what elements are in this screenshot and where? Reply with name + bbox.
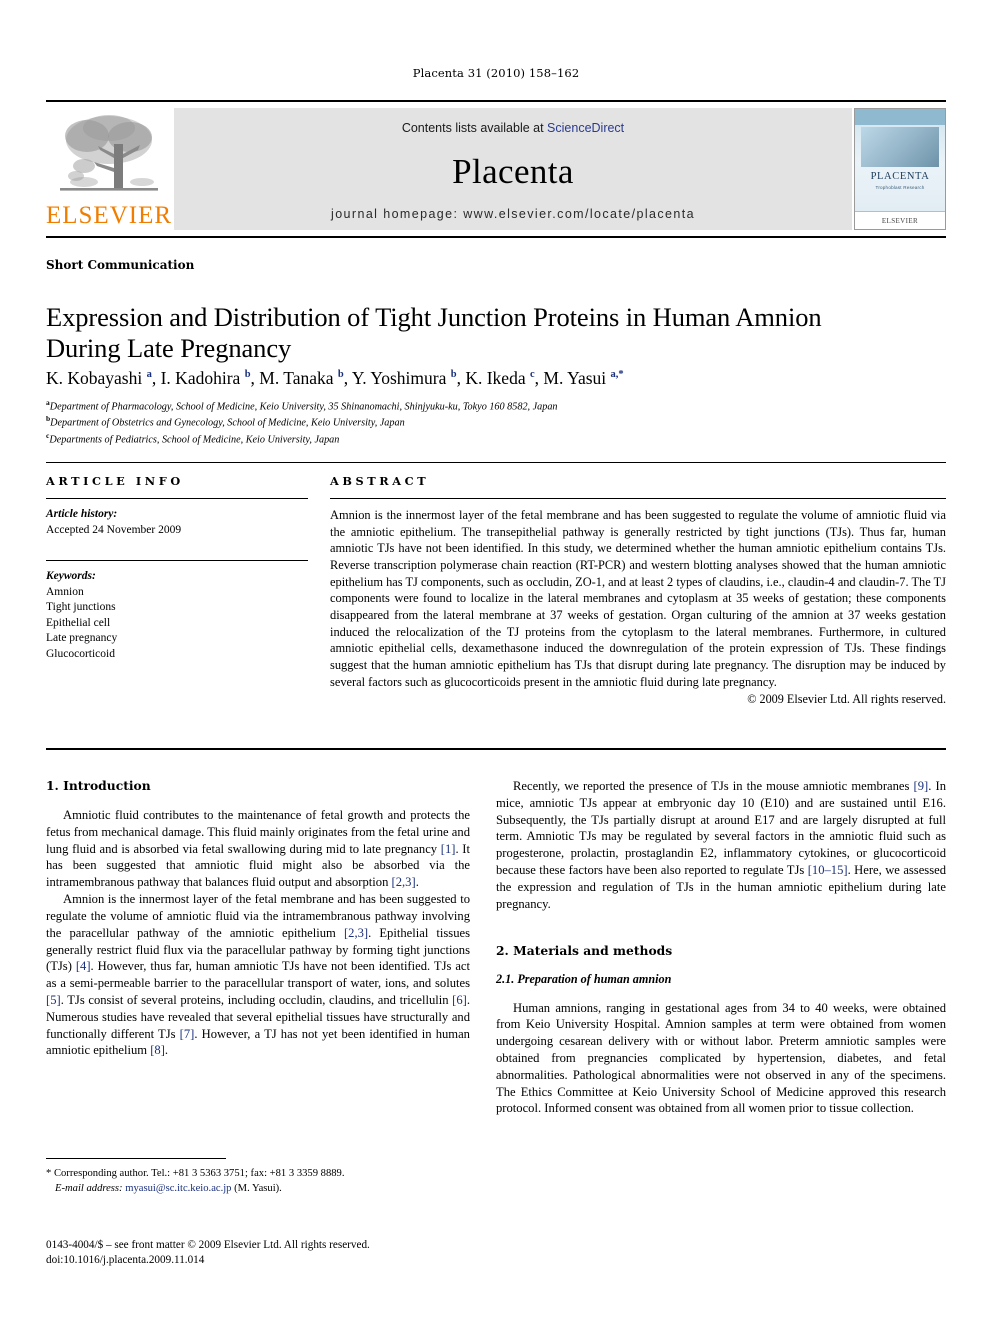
footnote-block: * Corresponding author. Tel.: +81 3 5363… <box>46 1166 476 1196</box>
author-list: K. Kobayashi a, I. Kadohira b, M. Tanaka… <box>46 368 624 388</box>
affiliation-item: aDepartment of Pharmacology, School of M… <box>46 398 926 414</box>
article-history-value: Accepted 24 November 2009 <box>46 523 182 536</box>
keyword-item: Glucocorticoid <box>46 647 115 660</box>
corresponding-author-note: * Corresponding author. Tel.: +81 3 5363… <box>46 1168 345 1179</box>
imprint-frontmatter: 0143-4004/$ – see front matter © 2009 El… <box>46 1239 370 1251</box>
imprint-doi: doi:10.1016/j.placenta.2009.11.014 <box>46 1254 205 1267</box>
materials-paragraph-1: Human amnions, ranging in gestational ag… <box>496 1000 946 1116</box>
article-history-label: Article history: <box>46 508 118 520</box>
email-link[interactable]: myasui@sc.itc.keio.ac.jp <box>125 1183 231 1194</box>
keywords-label: Keywords: <box>46 570 96 583</box>
elsevier-logo: ELSEVIER <box>46 108 172 230</box>
keyword-item: Late pregnancy <box>46 632 118 645</box>
banner-top-rule <box>46 100 946 102</box>
info-block-top-rule <box>46 462 946 463</box>
email-label: E-mail address: <box>55 1183 123 1195</box>
journal-homepage-link[interactable]: journal homepage: www.elsevier.com/locat… <box>331 207 695 221</box>
subsection-heading-preparation: 2.1. Preparation of human amnion <box>496 971 672 986</box>
journal-title: Placenta <box>452 151 574 191</box>
section-heading-materials: 2. Materials and methods <box>496 942 673 958</box>
cover-subtitle: Trophoblast Research <box>875 185 925 190</box>
affiliation-list: aDepartment of Pharmacology, School of M… <box>46 398 926 447</box>
column-spacer <box>496 913 946 943</box>
keyword-item: Tight junctions <box>46 601 116 614</box>
cover-image <box>861 127 939 167</box>
email-note: E-mail address: myasui@sc.itc.keio.ac.jp… <box>46 1181 476 1196</box>
cover-top-bar <box>855 109 945 125</box>
running-head: Placenta 31 (2010) 158–162 <box>412 66 580 80</box>
article-info-block: ARTICLE INFO Article history: Accepted 2… <box>46 474 308 662</box>
abstract-text: Amnion is the innermost layer of the fet… <box>330 508 946 689</box>
info-block-bottom-rule <box>46 748 946 750</box>
page-title: Expression and Distribution of Tight Jun… <box>46 301 822 364</box>
body-column-left: 1. Introduction Amniotic fluid contribut… <box>46 778 470 1059</box>
footnote-rule <box>46 1158 226 1159</box>
journal-banner: ELSEVIER Contents lists available at Sci… <box>46 100 946 238</box>
cover-publisher: ELSEVIER <box>855 211 945 229</box>
intro-paragraph-2: Amnion is the innermost layer of the fet… <box>46 892 470 1058</box>
contents-available-line: Contents lists available at ScienceDirec… <box>402 121 624 135</box>
elsevier-tree-icon <box>60 115 158 191</box>
elsevier-wordmark: ELSEVIER <box>45 202 173 229</box>
email-owner: (M. Yasui). <box>234 1183 282 1195</box>
article-type: Short Communication <box>46 258 195 272</box>
affiliation-text: Departments of Pediatrics, School of Med… <box>49 434 340 446</box>
keywords-divider <box>46 560 308 562</box>
sciencedirect-link[interactable]: ScienceDirect <box>547 121 624 135</box>
affiliation-text: Department of Pharmacology, School of Me… <box>49 401 558 413</box>
banner-bottom-rule <box>46 236 946 238</box>
banner-center: Contents lists available at ScienceDirec… <box>174 108 852 230</box>
abstract-divider <box>330 498 946 499</box>
abstract-heading: ABSTRACT <box>330 474 430 488</box>
keyword-item: Epithelial cell <box>46 616 111 629</box>
keywords-list: Amnion Tight junctions Epithelial cell L… <box>46 585 308 663</box>
abstract-block: ABSTRACT Amnion is the innermost layer o… <box>330 474 946 707</box>
affiliation-item: bDepartment of Obstetrics and Gynecology… <box>46 414 926 430</box>
affiliation-item: cDepartments of Pediatrics, School of Me… <box>46 431 926 447</box>
section-heading-introduction: 1. Introduction <box>46 778 151 793</box>
keyword-item: Amnion <box>46 585 84 598</box>
affiliation-text: Department of Obstetrics and Gynecology,… <box>50 417 405 429</box>
article-info-heading: ARTICLE INFO <box>46 474 184 488</box>
abstract-copyright: © 2009 Elsevier Ltd. All rights reserved… <box>747 692 946 707</box>
cover-title: PLACENTA <box>870 171 930 182</box>
article-page: Placenta 31 (2010) 158–162 ELSEVIER Cont… <box>0 0 992 1323</box>
article-info-divider <box>46 498 308 499</box>
contents-prefix: Contents lists available at <box>401 121 548 135</box>
intro-paragraph-3: Recently, we reported the presence of TJ… <box>496 779 946 911</box>
journal-cover-thumbnail: PLACENTA Trophoblast Research ELSEVIER <box>854 108 946 230</box>
intro-paragraph-1: Amniotic fluid contributes to the mainte… <box>46 808 470 890</box>
imprint-block: 0143-4004/$ – see front matter © 2009 El… <box>46 1238 516 1268</box>
body-column-right: Recently, we reported the presence of TJ… <box>496 778 946 1117</box>
